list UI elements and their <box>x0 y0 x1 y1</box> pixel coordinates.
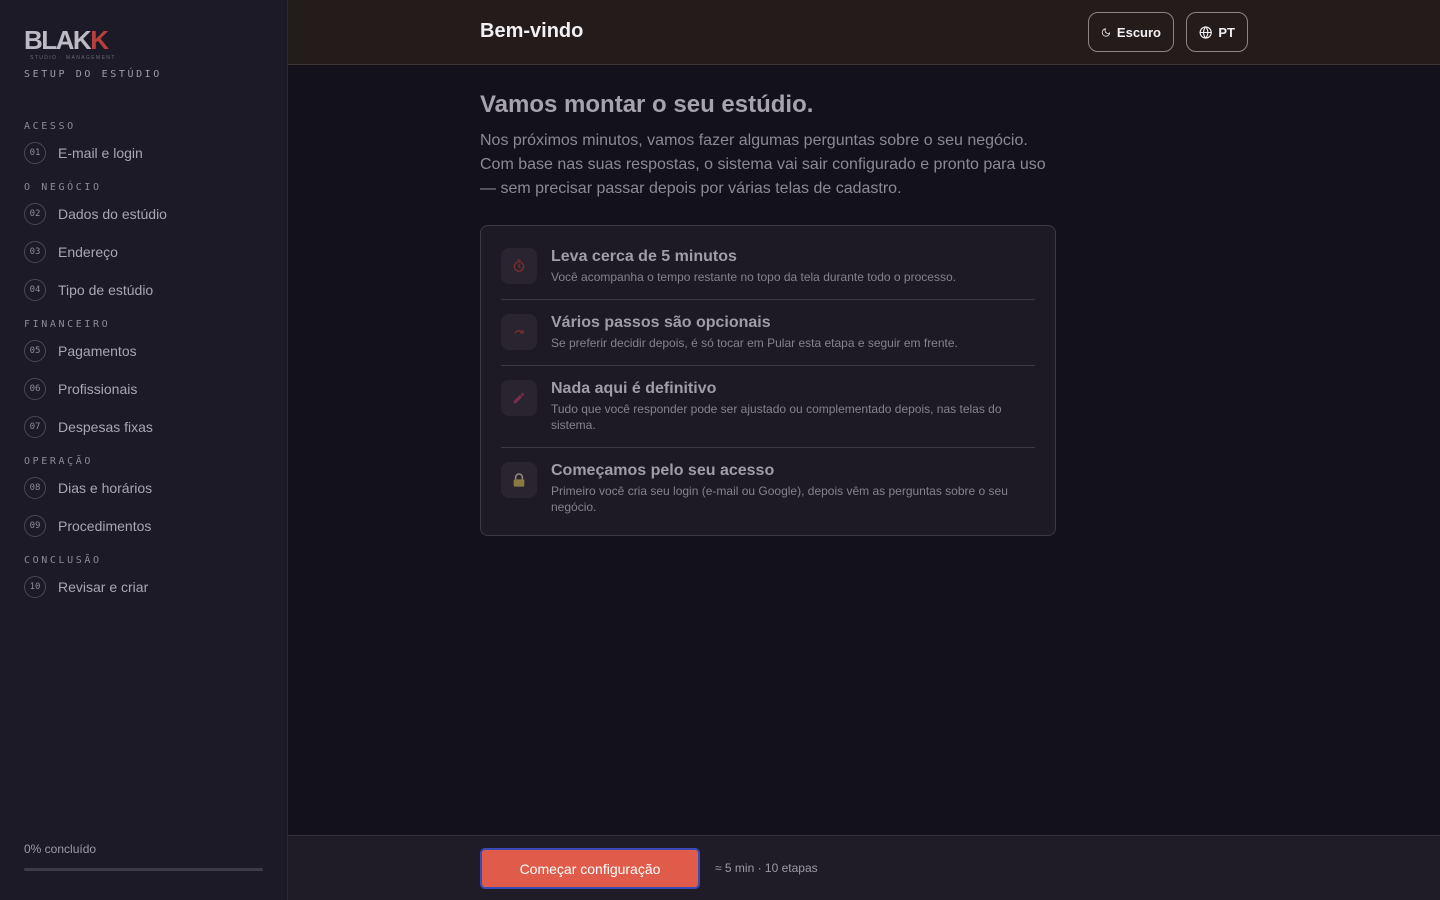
info-row-title: Vários passos são opcionais <box>551 314 771 331</box>
nav-item-revisar-criar[interactable]: 10 Revisar e criar <box>24 568 274 606</box>
step-nav: ACESSO 01 E-mail e login O NEGÓCIO 02 Da… <box>24 120 274 606</box>
step-number: 08 <box>24 477 46 499</box>
info-row: Nada aqui é definitivo Tudo que você res… <box>501 366 1035 448</box>
language-label: PT <box>1218 24 1235 40</box>
footer-bar: Começar configuração ≈ 5 min · 10 etapas <box>288 835 1440 900</box>
nav-item-endereco[interactable]: 03 Endereço <box>24 233 274 271</box>
nav-item-pagamentos[interactable]: 05 Pagamentos <box>24 332 274 370</box>
theme-label: Escuro <box>1116 24 1161 40</box>
start-setup-button[interactable]: Começar configuração <box>480 848 700 889</box>
info-row: Leva cerca de 5 minutos Você acompanha o… <box>501 234 1035 300</box>
section-title-financeiro: FINANCEIRO <box>24 319 111 330</box>
logo-subtitle: STUDIO · MANAGEMENT <box>30 55 116 61</box>
step-label: Dias e horários <box>58 480 153 496</box>
globe-icon <box>1199 25 1212 39</box>
theme-toggle-button[interactable]: Escuro <box>1088 12 1174 52</box>
section-title-acesso: ACESSO <box>24 121 76 132</box>
info-row-title: Nada aqui é definitivo <box>551 380 717 397</box>
step-label: Pagamentos <box>58 343 137 359</box>
setup-progress: 0% concluído <box>24 842 263 871</box>
step-label: Profissionais <box>58 381 138 397</box>
info-row-desc: Tudo que você responder pode ser ajustad… <box>551 402 1002 432</box>
logo-text: BLAK <box>24 25 92 55</box>
progress-text: 0% concluído <box>24 842 97 856</box>
step-label: Revisar e criar <box>58 579 149 595</box>
info-row-title: Leva cerca de 5 minutos <box>551 248 737 265</box>
step-label: Procedimentos <box>58 518 152 534</box>
info-row-desc: Você acompanha o tempo restante no topo … <box>551 270 956 284</box>
step-number: 09 <box>24 515 46 537</box>
nav-item-email-login[interactable]: 01 E-mail e login <box>24 134 274 172</box>
step-label: Dados do estúdio <box>58 206 167 222</box>
sidebar: BLAKK STUDIO · MANAGEMENT SETUP DO ESTÚD… <box>0 0 288 900</box>
section-title-conclusao: CONCLUSÃO <box>24 555 102 566</box>
step-label: Tipo de estúdio <box>58 282 154 298</box>
moon-icon <box>1101 27 1111 37</box>
info-row-desc: Se preferir decidir depois, é só tocar e… <box>551 336 958 350</box>
info-row-title: Começamos pelo seu acesso <box>551 462 775 479</box>
info-card: Leva cerca de 5 minutos Você acompanha o… <box>480 225 1056 536</box>
step-number: 02 <box>24 203 46 225</box>
step-number: 10 <box>24 576 46 598</box>
section-title-negocio: O NEGÓCIO <box>24 182 102 193</box>
step-number: 05 <box>24 340 46 362</box>
step-number: 03 <box>24 241 46 263</box>
step-label: Endereço <box>58 244 118 260</box>
language-button[interactable]: PT <box>1186 12 1248 52</box>
step-number: 01 <box>24 142 46 164</box>
top-bar: Bem-vindo Escuro PT <box>288 0 1440 65</box>
welcome-intro: Nos próximos minutos, vamos fazer alguma… <box>480 132 1046 197</box>
setup-label: SETUP DO ESTÚDIO <box>24 69 162 80</box>
progress-bar <box>24 868 263 871</box>
nav-item-dados-estudio[interactable]: 02 Dados do estúdio <box>24 195 274 233</box>
nav-item-tipo-estudio[interactable]: 04 Tipo de estúdio <box>24 271 274 309</box>
step-label: Despesas fixas <box>58 419 153 435</box>
info-row: Começamos pelo seu acesso Primeiro você … <box>501 448 1035 527</box>
brand-logo: BLAKK STUDIO · MANAGEMENT <box>24 26 116 61</box>
nav-item-procedimentos[interactable]: 09 Procedimentos <box>24 507 274 545</box>
info-row-desc: Primeiro você cria seu login (e-mail ou … <box>551 484 1008 514</box>
step-number: 06 <box>24 378 46 400</box>
welcome-heading: Vamos montar o seu estúdio. <box>480 91 814 118</box>
setup-estimate: ≈ 5 min · 10 etapas <box>715 861 818 875</box>
welcome-content: Vamos montar o seu estúdio. Nos próximos… <box>480 66 1060 536</box>
nav-item-dias-horarios[interactable]: 08 Dias e horários <box>24 469 274 507</box>
lock-icon <box>513 473 525 487</box>
page-title: Bem-vindo <box>480 20 584 42</box>
logo-accent-text: K <box>90 25 109 55</box>
step-number: 04 <box>24 279 46 301</box>
step-number: 07 <box>24 416 46 438</box>
skip-icon <box>514 329 524 334</box>
section-title-operacao: OPERAÇÃO <box>24 456 93 467</box>
stopwatch-icon <box>513 259 525 272</box>
step-label: E-mail e login <box>58 145 143 161</box>
nav-item-despesas-fixas[interactable]: 07 Despesas fixas <box>24 408 274 446</box>
nav-item-profissionais[interactable]: 06 Profissionais <box>24 370 274 408</box>
info-row: Vários passos são opcionais Se preferir … <box>501 300 1035 366</box>
pencil-icon <box>513 392 525 404</box>
